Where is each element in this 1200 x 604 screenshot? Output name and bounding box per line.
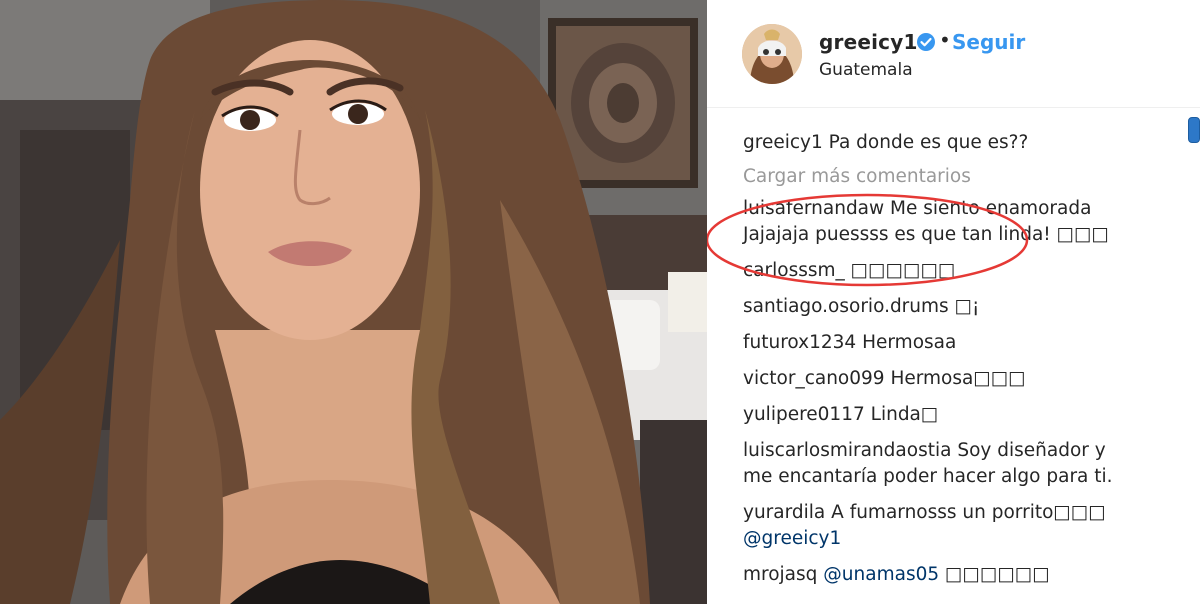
comment-text: □□□□□□ bbox=[850, 260, 956, 281]
comment-username[interactable]: victor_cano099 bbox=[743, 368, 885, 389]
post-header: greeicy1 • Seguir Guatemala bbox=[707, 0, 1200, 108]
comment-text: Linda□ bbox=[870, 404, 939, 425]
comment-username[interactable]: yulipere0117 bbox=[743, 404, 865, 425]
comment-username[interactable]: carlosssm_ bbox=[743, 260, 845, 281]
comment-mention-link[interactable]: @unamas05 bbox=[823, 564, 939, 585]
comment-item: luisafernandaw Me siento enamorada Jajaj… bbox=[743, 196, 1200, 248]
verified-badge-icon bbox=[916, 32, 936, 52]
comment-text: □¡ bbox=[954, 296, 980, 317]
header-separator: • bbox=[939, 28, 951, 52]
comment-text: Soy diseñador y bbox=[957, 440, 1106, 461]
caption-comment: greeicy1 Pa donde es que es?? bbox=[743, 130, 1200, 156]
comment-item: yurardila A fumarnosss un porrito□□□ @gr… bbox=[743, 500, 1200, 552]
comment-item: carlosssm_ □□□□□□ bbox=[743, 258, 1200, 284]
avatar-image bbox=[742, 24, 802, 84]
comment-username[interactable]: luisafernandaw bbox=[743, 198, 884, 219]
comment-username[interactable]: futurox1234 bbox=[743, 332, 856, 353]
comment-text: Hermosa□□□ bbox=[890, 368, 1026, 389]
comment-username[interactable]: yurardila bbox=[743, 502, 825, 523]
comment-item: santiago.osorio.drums □¡ bbox=[743, 294, 1200, 320]
follow-button[interactable]: Seguir bbox=[952, 30, 1025, 54]
comment-text-continued: me encantaría poder hacer algo para ti. bbox=[743, 466, 1113, 487]
comment-item: luiscarlosmirandaostia Soy diseñador y m… bbox=[743, 438, 1200, 490]
post-photo bbox=[0, 0, 707, 604]
avatar[interactable] bbox=[742, 24, 802, 84]
comment-item: futurox1234 Hermosaa bbox=[743, 330, 1200, 356]
comment-text: Hermosaa bbox=[862, 332, 957, 353]
comment-username[interactable]: greeicy1 bbox=[743, 132, 823, 153]
comment-username[interactable]: luiscarlosmirandaostia bbox=[743, 440, 951, 461]
selfie-image bbox=[0, 0, 707, 604]
load-more-comments-button[interactable]: Cargar más comentarios bbox=[743, 164, 1200, 190]
comment-text: Pa donde es que es?? bbox=[828, 132, 1029, 153]
comment-item: yulipere0117 Linda□ bbox=[743, 402, 1200, 428]
comment-mention-link[interactable]: @greeicy1 bbox=[743, 528, 841, 549]
post-location[interactable]: Guatemala bbox=[819, 60, 913, 80]
comment-username[interactable]: mrojasq bbox=[743, 564, 817, 585]
comments-list: greeicy1 Pa donde es que es?? Cargar más… bbox=[743, 130, 1200, 598]
comment-text: □□□□□□ bbox=[945, 564, 1050, 585]
comment-text: Me siento enamorada bbox=[890, 198, 1092, 219]
comment-username[interactable]: santiago.osorio.drums bbox=[743, 296, 949, 317]
comment-item: victor_cano099 Hermosa□□□ bbox=[743, 366, 1200, 392]
comment-item: mrojasq @unamas05 □□□□□□ bbox=[743, 562, 1200, 588]
comment-text-continued: Jajajaja puessss es que tan linda! □□□ bbox=[743, 224, 1110, 245]
post-username[interactable]: greeicy1 bbox=[819, 30, 918, 54]
comment-text: A fumarnosss un porrito□□□ bbox=[831, 502, 1106, 523]
comments-panel: greeicy1 • Seguir Guatemala greeicy1 Pa … bbox=[707, 0, 1200, 604]
